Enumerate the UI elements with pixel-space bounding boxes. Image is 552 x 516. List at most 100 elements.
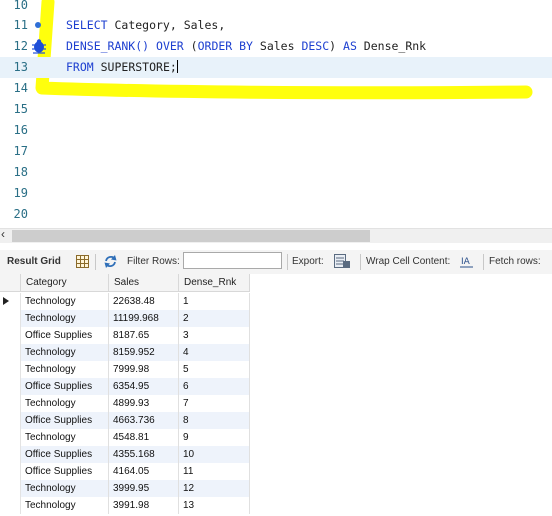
table-cell[interactable]: 11199.968 [109, 310, 179, 327]
table-cell[interactable]: 22638.48 [109, 293, 179, 310]
table-cell[interactable]: 7 [179, 395, 250, 412]
result-grid-label[interactable]: Result Grid [7, 256, 61, 268]
code-text: Category, Sales, [107, 18, 226, 32]
table-row[interactable]: Technology 7999.98 5 [0, 361, 250, 378]
row-indicator[interactable] [0, 344, 21, 361]
table-row[interactable]: Office Supplies 4663.736 8 [0, 412, 250, 429]
table-cell[interactable]: Technology [21, 344, 109, 361]
code-line[interactable]: FROM SUPERSTORE; [66, 57, 178, 78]
column-header[interactable]: Category [21, 274, 109, 292]
table-cell[interactable]: 10 [179, 446, 250, 463]
table-cell[interactable]: 7999.98 [109, 361, 179, 378]
table-cell[interactable]: 3999.95 [109, 480, 179, 497]
table-row[interactable]: Office Supplies 8187.65 3 [0, 327, 250, 344]
text-cursor [176, 60, 178, 73]
line-number: 11 [13, 18, 28, 32]
table-cell[interactable]: 2 [179, 310, 250, 327]
scroll-left-arrow-icon[interactable]: ‹ [1, 227, 5, 241]
refresh-icon[interactable] [103, 254, 118, 269]
table-cell[interactable]: 4164.05 [109, 463, 179, 480]
table-cell[interactable]: 12 [179, 480, 250, 497]
editor-line: 16 [0, 120, 552, 141]
table-cell[interactable]: 3991.98 [109, 497, 179, 514]
column-header[interactable]: Dense_Rnk [179, 274, 250, 292]
table-row[interactable]: Technology 11199.968 2 [0, 310, 250, 327]
table-cell[interactable]: 4663.736 [109, 412, 179, 429]
table-cell[interactable]: Technology [21, 429, 109, 446]
row-indicator[interactable] [0, 310, 21, 327]
table-cell[interactable]: Office Supplies [21, 446, 109, 463]
editor-line: 11 SELECT Category, Sales, [0, 15, 552, 36]
table-cell[interactable]: Technology [21, 361, 109, 378]
table-cell[interactable]: 4 [179, 344, 250, 361]
line-number: 15 [13, 102, 28, 116]
table-cell[interactable]: Technology [21, 480, 109, 497]
row-indicator[interactable] [0, 497, 21, 514]
table-row[interactable]: Technology 4548.81 9 [0, 429, 250, 446]
row-indicator[interactable] [0, 429, 21, 446]
horizontal-scrollbar[interactable]: ‹ [0, 227, 552, 243]
table-row[interactable]: Technology 3991.98 13 [0, 497, 250, 514]
table-cell[interactable]: Technology [21, 310, 109, 327]
editor-line: 19 [0, 183, 552, 204]
table-cell[interactable]: 6354.95 [109, 378, 179, 395]
table-row[interactable]: Technology 3999.95 12 [0, 480, 250, 497]
table-cell[interactable]: 11 [179, 463, 250, 480]
debug-bug-icon[interactable] [31, 39, 47, 54]
table-cell[interactable]: 8 [179, 412, 250, 429]
line-number: 20 [13, 207, 28, 221]
row-indicator[interactable] [0, 395, 21, 412]
table-cell[interactable]: 8187.65 [109, 327, 179, 344]
table-cell[interactable]: Technology [21, 497, 109, 514]
code-line[interactable]: DENSE_RANK() OVER (ORDER BY Sales DESC) … [66, 36, 426, 57]
table-cell[interactable]: Office Supplies [21, 378, 109, 395]
row-indicator[interactable] [0, 446, 21, 463]
editor-line: 10 [0, 0, 552, 16]
export-icon[interactable] [334, 254, 351, 269]
table-row[interactable]: Office Supplies 4355.168 10 [0, 446, 250, 463]
scrollbar-thumb[interactable] [12, 230, 370, 242]
table-row[interactable]: Office Supplies 4164.05 11 [0, 463, 250, 480]
row-indicator[interactable] [0, 378, 21, 395]
row-indicator[interactable] [0, 361, 21, 378]
filter-rows-input[interactable] [183, 252, 282, 269]
table-row[interactable]: Technology 4899.93 7 [0, 395, 250, 412]
table-cell[interactable]: 13 [179, 497, 250, 514]
current-row-arrow-icon [3, 297, 9, 305]
row-indicator[interactable] [0, 463, 21, 480]
row-indicator[interactable] [0, 480, 21, 497]
table-row[interactable]: Office Supplies 6354.95 6 [0, 378, 250, 395]
sql-editor[interactable]: 10 11 SELECT Category, Sales, 12 DENSE_R… [0, 0, 552, 228]
table-cell[interactable]: 1 [179, 293, 250, 310]
wrap-text-icon[interactable]: IA [460, 255, 473, 268]
export-label: Export: [292, 256, 324, 267]
table-cell[interactable]: 4355.168 [109, 446, 179, 463]
line-number: 19 [13, 186, 28, 200]
table-cell[interactable]: 6 [179, 378, 250, 395]
editor-line: 12 DENSE_RANK() OVER (ORDER BY Sales DES… [0, 36, 552, 57]
table-cell[interactable]: 9 [179, 429, 250, 446]
table-cell[interactable]: 3 [179, 327, 250, 344]
table-cell[interactable]: 4899.93 [109, 395, 179, 412]
table-row[interactable]: Technology 22638.48 1 [0, 293, 250, 310]
column-header[interactable]: Sales [109, 274, 179, 292]
row-indicator[interactable] [0, 293, 21, 310]
code-line[interactable]: SELECT Category, Sales, [66, 15, 225, 36]
result-grid[interactable]: Category Sales Dense_Rnk Technology 22638… [0, 274, 552, 516]
table-cell[interactable]: 5 [179, 361, 250, 378]
row-indicator[interactable] [0, 412, 21, 429]
table-cell[interactable]: 4548.81 [109, 429, 179, 446]
editor-line-current: 13 FROM SUPERSTORE; [0, 57, 552, 78]
table-cell[interactable]: Office Supplies [21, 412, 109, 429]
grid-view-icon[interactable] [76, 255, 89, 268]
table-row[interactable]: Technology 8159.952 4 [0, 344, 250, 361]
table-cell[interactable]: 8159.952 [109, 344, 179, 361]
row-indicator[interactable] [0, 327, 21, 344]
table-cell[interactable]: Technology [21, 395, 109, 412]
code-text: Dense_Rnk [356, 39, 427, 53]
table-cell[interactable]: Office Supplies [21, 463, 109, 480]
table-cell[interactable]: Office Supplies [21, 327, 109, 344]
table-cell[interactable]: Technology [21, 293, 109, 310]
toolbar-divider [483, 254, 484, 270]
editor-line: 20 [0, 204, 552, 225]
